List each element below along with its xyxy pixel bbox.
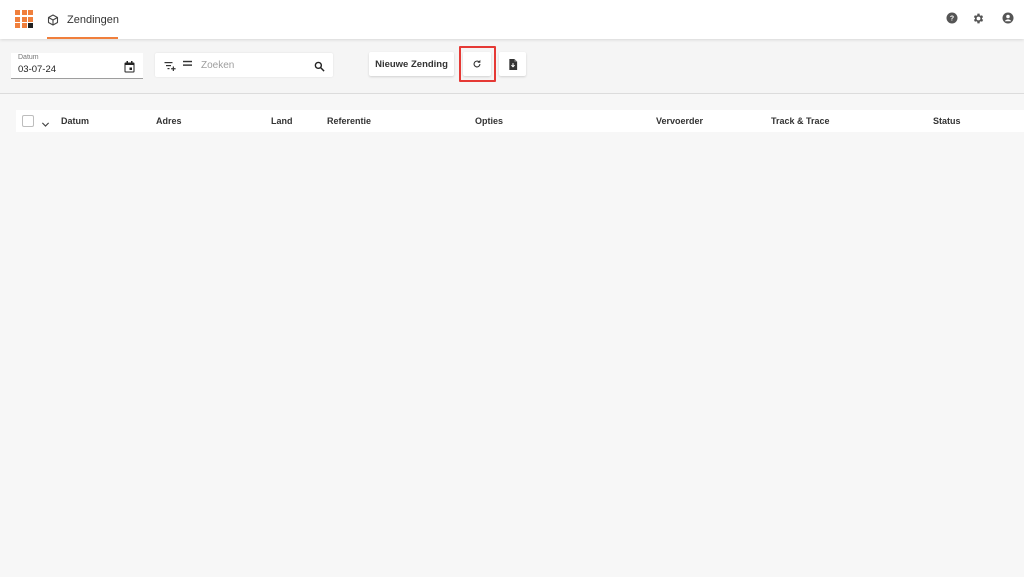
filter-add-icon[interactable] [164, 59, 176, 71]
top-bar: Zendingen ? [0, 0, 1024, 39]
file-export-icon [508, 58, 518, 70]
table-header: Datum Adres Land Referentie Opties Vervo… [16, 110, 1024, 132]
refresh-button[interactable] [463, 52, 491, 76]
date-label: Datum [18, 54, 39, 61]
column-header-vervoerder[interactable]: Vervoerder [656, 116, 703, 126]
new-shipment-button[interactable]: Nieuwe Zending [369, 52, 454, 76]
tab-zendingen[interactable]: Zendingen [47, 0, 119, 39]
search-icon[interactable] [314, 59, 325, 72]
select-all-checkbox[interactable] [22, 115, 34, 127]
column-header-datum[interactable]: Datum [61, 116, 89, 126]
date-value: 03-07-24 [18, 64, 57, 75]
column-header-land[interactable]: Land [271, 116, 293, 126]
package-icon [47, 13, 59, 26]
toolbar: Datum 03-07-24 Nieuwe Zending [0, 39, 1024, 94]
apps-grid-icon[interactable] [15, 10, 33, 28]
column-header-opties[interactable]: Opties [475, 116, 503, 126]
settings-icon[interactable] [971, 11, 985, 25]
export-button[interactable] [499, 52, 526, 76]
account-icon[interactable] [1001, 11, 1015, 25]
active-tab-indicator [47, 37, 118, 39]
column-header-status[interactable]: Status [933, 116, 961, 126]
svg-text:?: ? [950, 16, 954, 23]
help-icon[interactable]: ? [945, 11, 959, 25]
column-header-adres[interactable]: Adres [156, 116, 182, 126]
calendar-icon[interactable] [124, 60, 135, 73]
search-box [155, 53, 333, 77]
column-header-referentie[interactable]: Referentie [327, 116, 371, 126]
tab-label: Zendingen [67, 13, 119, 26]
operator-equals-icon[interactable] [183, 59, 193, 71]
date-field[interactable]: Datum 03-07-24 [11, 53, 143, 79]
column-header-track-trace[interactable]: Track & Trace [771, 116, 830, 126]
chevron-down-icon[interactable] [41, 116, 50, 127]
search-input[interactable] [201, 57, 301, 73]
refresh-icon [472, 59, 482, 69]
